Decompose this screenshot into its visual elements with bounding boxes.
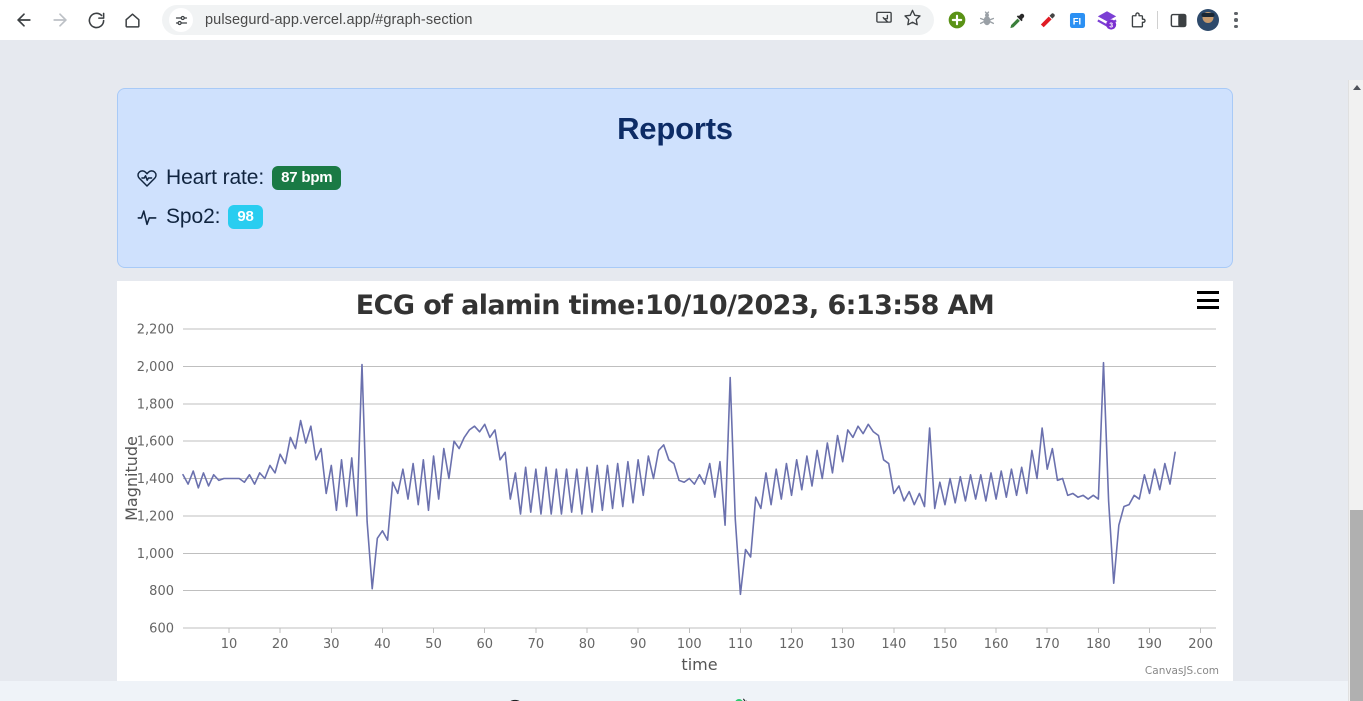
svg-text:20: 20 bbox=[272, 637, 289, 652]
marker-pen-icon[interactable] bbox=[1032, 4, 1062, 36]
star-icon[interactable] bbox=[903, 8, 922, 32]
heart-pulse-icon bbox=[136, 167, 158, 189]
puzzle-extension-icon[interactable] bbox=[1122, 4, 1152, 36]
svg-text:FI: FI bbox=[1072, 16, 1080, 27]
svg-text:60: 60 bbox=[476, 637, 493, 652]
browser-toolbar: pulsegurd-app.vercel.app/#graph-section … bbox=[0, 0, 1363, 40]
svg-text:110: 110 bbox=[728, 637, 753, 652]
svg-text:140: 140 bbox=[881, 637, 906, 652]
svg-text:800: 800 bbox=[149, 584, 174, 599]
activity-pulse-icon bbox=[136, 206, 158, 228]
svg-text:2,200: 2,200 bbox=[137, 323, 174, 338]
svg-text:1,800: 1,800 bbox=[137, 397, 174, 412]
forward-arrow-icon[interactable] bbox=[44, 4, 76, 36]
heart-rate-value-badge: 87 bpm bbox=[272, 166, 342, 190]
extensions-strip: FI 3 bbox=[942, 4, 1152, 36]
spo2-label: Spo2: bbox=[166, 205, 221, 228]
svg-text:Magnitude: Magnitude bbox=[122, 436, 141, 521]
svg-text:80: 80 bbox=[579, 637, 596, 652]
heart-rate-label: Heart rate: bbox=[166, 166, 265, 189]
svg-text:130: 130 bbox=[830, 637, 855, 652]
address-bar[interactable]: pulsegurd-app.vercel.app/#graph-section bbox=[162, 5, 934, 35]
svg-text:180: 180 bbox=[1086, 637, 1111, 652]
profile-avatar[interactable] bbox=[1193, 4, 1223, 36]
back-arrow-icon[interactable] bbox=[8, 4, 40, 36]
page-viewport: Reports Heart rate: 87 bpm Spo2: 98 ECG … bbox=[0, 40, 1363, 701]
developer-code-icon: </> bbox=[726, 696, 752, 701]
svg-text:2,000: 2,000 bbox=[137, 360, 174, 375]
copyright-icon bbox=[504, 698, 526, 701]
svg-text:190: 190 bbox=[1137, 637, 1162, 652]
svg-text:1,000: 1,000 bbox=[137, 547, 174, 562]
spo2-row: Spo2: 98 bbox=[136, 205, 1232, 229]
vertical-scrollbar[interactable] bbox=[1348, 80, 1363, 701]
svg-text:150: 150 bbox=[933, 637, 958, 652]
reload-icon[interactable] bbox=[80, 4, 112, 36]
page-title: Reports bbox=[617, 111, 733, 146]
bug-icon[interactable] bbox=[972, 4, 1002, 36]
spo2-value-badge: 98 bbox=[228, 205, 263, 229]
scrollbar-thumb[interactable] bbox=[1350, 510, 1363, 701]
svg-text:1,200: 1,200 bbox=[137, 509, 174, 524]
layers-badge-icon[interactable]: 3 bbox=[1092, 4, 1122, 36]
canvasjs-credit: CanvasJS.com bbox=[1144, 665, 1219, 677]
svg-text:170: 170 bbox=[1035, 637, 1060, 652]
svg-text:3: 3 bbox=[1109, 22, 1113, 29]
scroll-up-arrow-icon[interactable] bbox=[1349, 80, 1363, 94]
svg-text:160: 160 bbox=[984, 637, 1009, 652]
eyedropper-icon[interactable] bbox=[1002, 4, 1032, 36]
svg-text:10: 10 bbox=[221, 637, 238, 652]
svg-text:50: 50 bbox=[425, 637, 442, 652]
figma-icon[interactable]: FI bbox=[1062, 4, 1092, 36]
heart-rate-row: Heart rate: 87 bpm bbox=[136, 166, 1232, 190]
kebab-menu-icon[interactable] bbox=[1223, 5, 1249, 35]
svg-text:200: 200 bbox=[1188, 637, 1213, 652]
page-footer: 2023 Group 5(ECE 19) </> Wali Ullah bbox=[0, 681, 1348, 701]
ecg-chart-card: ECG of alamin time:10/10/2023, 6:13:58 A… bbox=[117, 281, 1233, 681]
svg-text:time: time bbox=[681, 655, 717, 674]
url-text: pulsegurd-app.vercel.app/#graph-section bbox=[205, 12, 473, 28]
add-green-icon[interactable] bbox=[942, 4, 972, 36]
reports-panel: Reports Heart rate: 87 bpm Spo2: 98 bbox=[117, 88, 1233, 268]
ecg-plot: 600 800 1,000 1,200 1,400 1,600 1,800 2,000 2,20… bbox=[122, 323, 1216, 674]
split-view-icon[interactable] bbox=[1163, 4, 1193, 36]
svg-text:100: 100 bbox=[677, 637, 702, 652]
page-content: Reports Heart rate: 87 bpm Spo2: 98 ECG … bbox=[0, 40, 1348, 701]
svg-text:30: 30 bbox=[323, 637, 340, 652]
svg-text:1,400: 1,400 bbox=[137, 472, 174, 487]
home-icon[interactable] bbox=[116, 4, 148, 36]
svg-text:120: 120 bbox=[779, 637, 804, 652]
svg-text:90: 90 bbox=[630, 637, 647, 652]
svg-text:1,600: 1,600 bbox=[137, 435, 174, 450]
page-background bbox=[0, 40, 117, 681]
toolbar-divider bbox=[1157, 11, 1158, 29]
svg-text:40: 40 bbox=[374, 637, 391, 652]
svg-text:70: 70 bbox=[528, 637, 545, 652]
cast-icon[interactable] bbox=[875, 9, 893, 32]
site-settings-icon[interactable] bbox=[169, 8, 193, 32]
svg-text:600: 600 bbox=[149, 622, 174, 637]
